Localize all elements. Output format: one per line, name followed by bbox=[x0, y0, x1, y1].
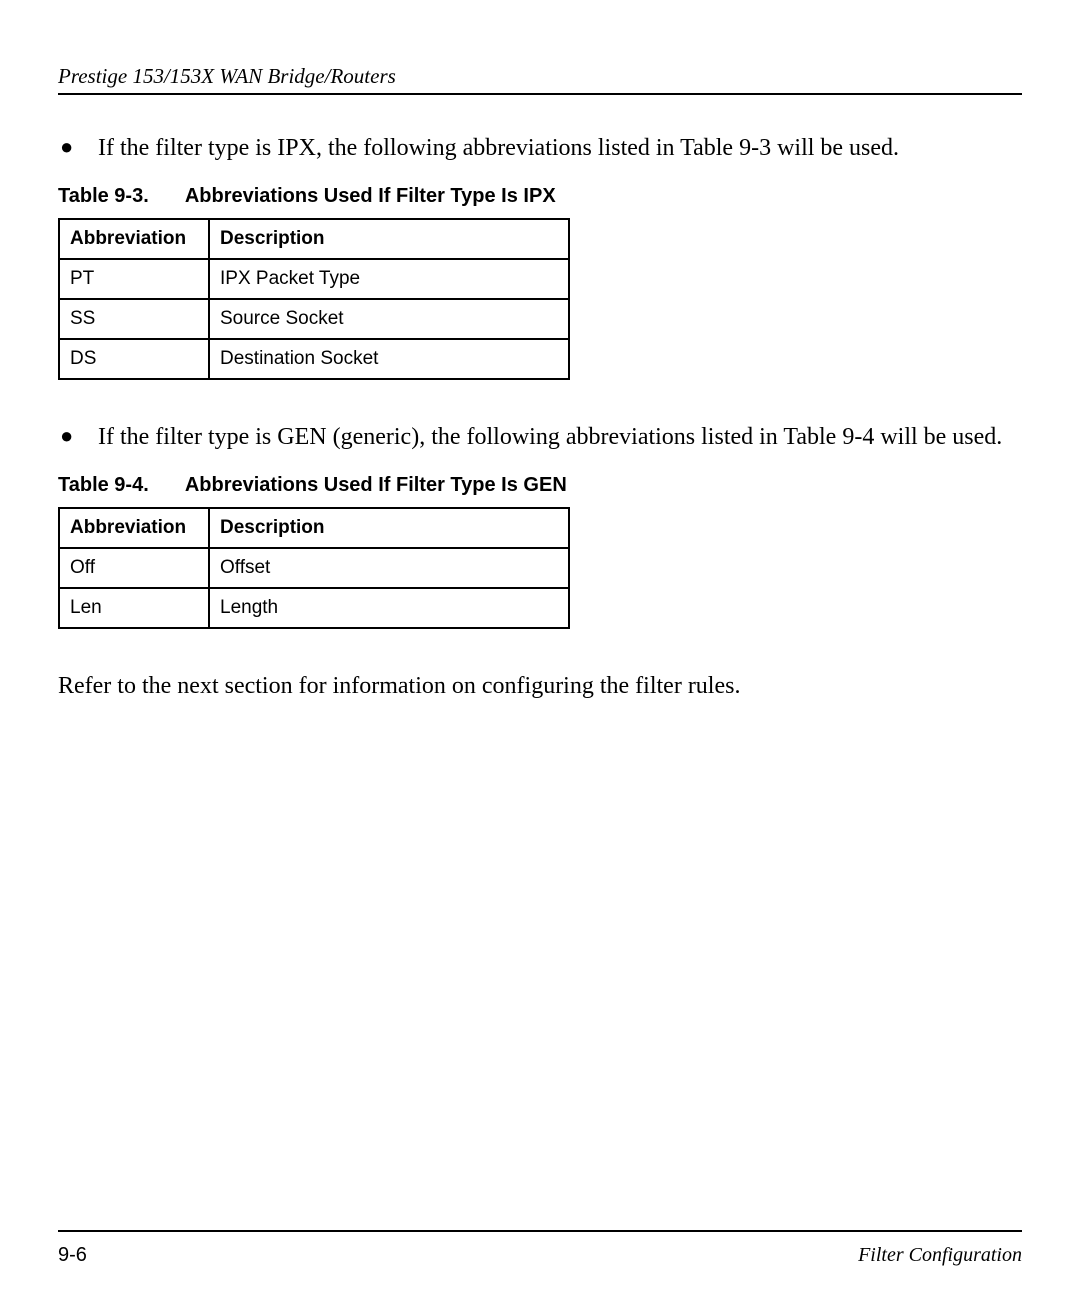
table-row: SS Source Socket bbox=[59, 299, 569, 339]
closing-paragraph: Refer to the next section for informatio… bbox=[58, 671, 1022, 701]
cell-desc: Offset bbox=[209, 548, 569, 588]
bullet-icon: ● bbox=[58, 422, 98, 450]
table-number: Table 9-3. bbox=[58, 185, 180, 208]
bullet-icon: ● bbox=[58, 133, 98, 161]
cell-abbr: SS bbox=[59, 299, 209, 339]
table-row: Off Offset bbox=[59, 548, 569, 588]
table-title: Abbreviations Used If Filter Type Is IPX bbox=[185, 185, 556, 207]
footer-section-title: Filter Configuration bbox=[858, 1244, 1022, 1267]
table-caption-93: Table 9-3. Abbreviations Used If Filter … bbox=[58, 185, 1022, 208]
cell-desc: IPX Packet Type bbox=[209, 259, 569, 299]
bullet-item: ● If the filter type is GEN (generic), t… bbox=[58, 422, 1022, 452]
page-number: 9-6 bbox=[58, 1244, 87, 1267]
table-row: DS Destination Socket bbox=[59, 339, 569, 379]
table-row: PT IPX Packet Type bbox=[59, 259, 569, 299]
table-number: Table 9-4. bbox=[58, 474, 180, 497]
cell-desc: Destination Socket bbox=[209, 339, 569, 379]
bullet-text: If the filter type is IPX, the following… bbox=[98, 133, 1022, 163]
cell-abbr: Len bbox=[59, 588, 209, 628]
th-description: Description bbox=[209, 219, 569, 259]
page-body: Prestige 153/153X WAN Bridge/Routers ● I… bbox=[0, 0, 1080, 701]
bullet-item: ● If the filter type is IPX, the followi… bbox=[58, 133, 1022, 163]
cell-abbr: Off bbox=[59, 548, 209, 588]
cell-abbr: PT bbox=[59, 259, 209, 299]
cell-desc: Source Socket bbox=[209, 299, 569, 339]
running-head: Prestige 153/153X WAN Bridge/Routers bbox=[58, 64, 1022, 95]
table-row: Len Length bbox=[59, 588, 569, 628]
cell-desc: Length bbox=[209, 588, 569, 628]
bullet-text: If the filter type is GEN (generic), the… bbox=[98, 422, 1022, 452]
table-header-row: Abbreviation Description bbox=[59, 219, 569, 259]
table-title: Abbreviations Used If Filter Type Is GEN bbox=[185, 474, 567, 496]
table-caption-94: Table 9-4. Abbreviations Used If Filter … bbox=[58, 474, 1022, 497]
table-94: Abbreviation Description Off Offset Len … bbox=[58, 507, 570, 629]
table-93: Abbreviation Description PT IPX Packet T… bbox=[58, 218, 570, 380]
table-header-row: Abbreviation Description bbox=[59, 508, 569, 548]
page-footer: 9-6 Filter Configuration bbox=[58, 1230, 1022, 1267]
th-abbreviation: Abbreviation bbox=[59, 219, 209, 259]
cell-abbr: DS bbox=[59, 339, 209, 379]
th-abbreviation: Abbreviation bbox=[59, 508, 209, 548]
th-description: Description bbox=[209, 508, 569, 548]
